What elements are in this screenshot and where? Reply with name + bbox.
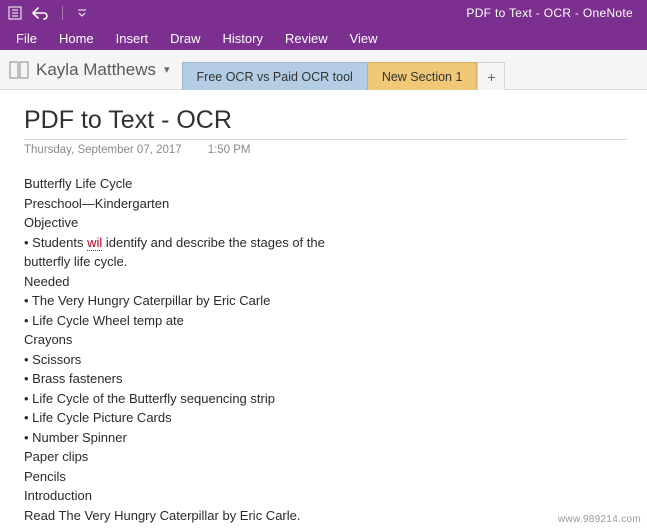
- section-tab-label: Free OCR vs Paid OCR tool: [197, 70, 353, 84]
- section-tab-active[interactable]: Free OCR vs Paid OCR tool: [182, 62, 368, 90]
- page-body[interactable]: Butterfly Life Cycle Preschool—Kindergar…: [24, 174, 627, 529]
- nav-row: Kayla Matthews ▾ Free OCR vs Paid OCR to…: [0, 50, 647, 90]
- page-title[interactable]: PDF to Text - OCR: [24, 106, 627, 135]
- spelling-error[interactable]: wil: [87, 235, 102, 251]
- body-line: Pencils: [24, 467, 627, 487]
- body-line: Crayons: [24, 330, 627, 350]
- body-line: Butterfly Life Cycle: [24, 174, 627, 194]
- body-line: Paper clips: [24, 447, 627, 467]
- title-rule: [24, 139, 627, 140]
- menu-insert[interactable]: Insert: [106, 29, 159, 48]
- plus-icon: +: [487, 69, 495, 85]
- menu-review[interactable]: Review: [275, 29, 338, 48]
- body-line: • Scissors: [24, 350, 627, 370]
- app-icon: [8, 6, 22, 20]
- menu-home[interactable]: Home: [49, 29, 104, 48]
- section-tab-other[interactable]: New Section 1: [368, 62, 478, 90]
- window-title: PDF to Text - OCR - OneNote: [466, 6, 633, 20]
- body-line: Needed: [24, 272, 627, 292]
- body-line: Objective: [24, 213, 627, 233]
- ribbon-tabs: File Home Insert Draw History Review Vie…: [0, 26, 647, 50]
- body-line: • Life Cycle Wheel temp ate: [24, 311, 627, 331]
- body-line: Explain to students that they can see th…: [24, 525, 627, 529]
- menu-file[interactable]: File: [6, 29, 47, 48]
- body-line: • Life Cycle Picture Cards: [24, 408, 627, 428]
- page-date[interactable]: Thursday, September 07, 2017: [24, 144, 182, 156]
- notebook-chooser[interactable]: Kayla Matthews ▾: [0, 50, 182, 89]
- body-line: • Life Cycle of the Butterfly sequencing…: [24, 389, 627, 409]
- qat-separator: [62, 6, 63, 20]
- qat-customize-icon[interactable]: [77, 8, 87, 18]
- menu-view[interactable]: View: [340, 29, 388, 48]
- chevron-down-icon: ▾: [164, 63, 170, 76]
- title-bar: PDF to Text - OCR - OneNote: [0, 0, 647, 26]
- notebook-icon: [8, 61, 30, 79]
- body-line: • Students wil identify and describe the…: [24, 233, 627, 253]
- body-line: butterfly life cycle.: [24, 252, 627, 272]
- section-tabs: Free OCR vs Paid OCR tool New Section 1 …: [182, 58, 506, 90]
- section-tab-label: New Section 1: [382, 70, 463, 84]
- page-canvas[interactable]: PDF to Text - OCR Thursday, September 07…: [0, 90, 647, 529]
- notebook-name: Kayla Matthews: [36, 60, 156, 80]
- quick-access-toolbar: [8, 6, 87, 20]
- menu-history[interactable]: History: [213, 29, 273, 48]
- page-time[interactable]: 1:50 PM: [208, 144, 251, 156]
- page-meta: Thursday, September 07, 2017 1:50 PM: [24, 144, 627, 156]
- back-icon[interactable]: [32, 6, 48, 20]
- body-line: Read The Very Hungry Caterpillar by Eric…: [24, 506, 627, 526]
- body-line: • Number Spinner: [24, 428, 627, 448]
- menu-draw[interactable]: Draw: [160, 29, 210, 48]
- body-line: • Brass fasteners: [24, 369, 627, 389]
- add-section-button[interactable]: +: [477, 62, 505, 90]
- body-line: • The Very Hungry Caterpillar by Eric Ca…: [24, 291, 627, 311]
- body-line: Introduction: [24, 486, 627, 506]
- body-line: Preschool—Kindergarten: [24, 194, 627, 214]
